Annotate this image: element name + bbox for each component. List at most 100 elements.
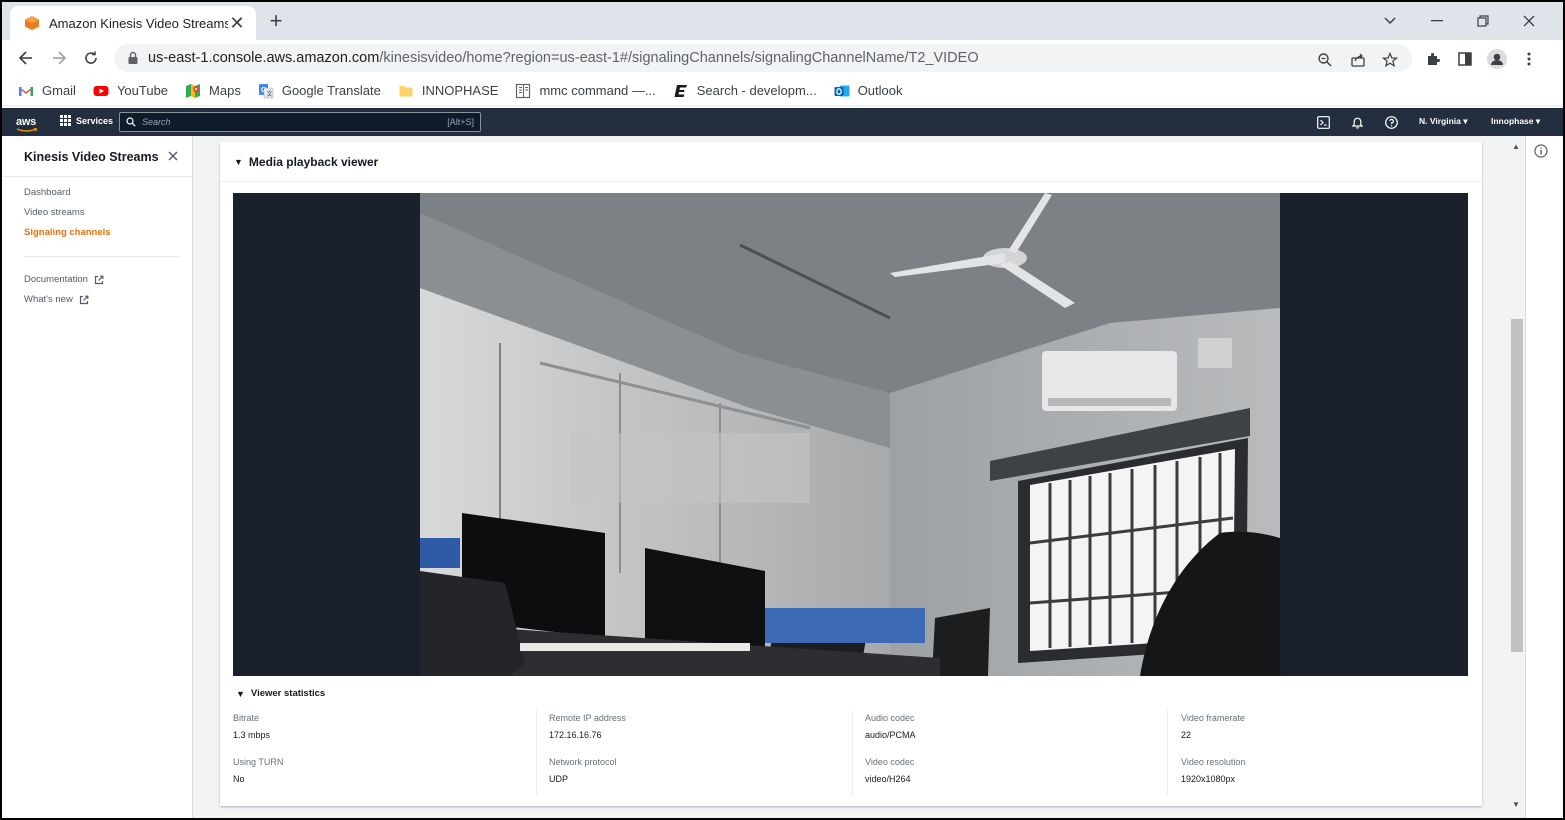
sidebar-link-documentation[interactable]: Documentation	[24, 274, 104, 285]
stat-value-network-protocol: UDP	[549, 774, 569, 784]
sidebar-item-signaling-channels[interactable]: Signaling channels	[24, 227, 111, 238]
video-frame	[420, 193, 1280, 676]
sidebar-item-video-streams[interactable]: Video streams	[24, 207, 85, 218]
bookmark-search-development[interactable]: Search - developm...	[673, 83, 817, 99]
tab-close-icon[interactable]: ✕	[228, 14, 246, 32]
bookmark-label: mmc command —...	[539, 83, 656, 98]
service-sidebar: Kinesis Video Streams Dashboard Video st…	[2, 136, 193, 818]
bookmark-label: Search - developm...	[696, 83, 817, 98]
lock-icon	[128, 51, 138, 64]
console-content: Kinesis Video Streams Dashboard Video st…	[2, 136, 1563, 818]
services-menu[interactable]: Services	[60, 115, 113, 126]
stat-label-audio-codec: Audio codec	[865, 713, 915, 723]
youtube-icon	[93, 85, 109, 96]
reload-icon[interactable]	[79, 46, 103, 70]
bookmark-label: Outlook	[857, 83, 903, 98]
outlook-icon	[834, 85, 850, 96]
viewer-statistics-title: Viewer statistics	[250, 688, 326, 699]
aws-top-nav: aws Services [Alt+S] N. Virginia ▾ Innop…	[2, 108, 1563, 136]
account-menu[interactable]: Innophase ▾	[1491, 116, 1540, 127]
bookmark-outlook[interactable]: Outlook	[834, 83, 903, 99]
viewer-statistics-header[interactable]: ▼ Viewer statistics	[236, 688, 325, 699]
sidebar-item-dashboard[interactable]: Dashboard	[24, 187, 70, 198]
profile-avatar-icon[interactable]	[1487, 49, 1507, 69]
close-icon[interactable]	[166, 149, 180, 163]
stat-label-remote-ip: Remote IP address	[549, 713, 626, 723]
stat-value-video-resolution: 1920x1080px	[1181, 774, 1236, 784]
extensions-icon[interactable]	[1423, 49, 1443, 69]
bookmark-gmail[interactable]: Gmail	[18, 83, 76, 99]
url-path: /kinesisvideo/home?region=us-east-1#/sig…	[379, 50, 979, 66]
back-icon[interactable]	[14, 46, 38, 70]
stat-label-video-resolution: Video resolution	[1181, 757, 1246, 767]
stat-label-bitrate: Bitrate	[233, 713, 260, 723]
stat-value-bitrate: 1.3 mbps	[233, 730, 271, 740]
maps-icon	[186, 83, 201, 98]
browser-tab[interactable]: Amazon Kinesis Video Streams ✕	[10, 6, 256, 40]
caret-down-icon: ▾	[1463, 116, 1468, 126]
restore-icon[interactable]	[1471, 10, 1495, 32]
stats-divider	[536, 710, 537, 796]
bookmarks-bar: Gmail YouTube Maps G文 Google Translate I…	[2, 76, 1563, 106]
address-bar[interactable]: us-east-1.console.aws.amazon.com/kinesis…	[114, 44, 1412, 72]
scroll-up-arrow-icon[interactable]: ▲	[1512, 142, 1520, 151]
cloudshell-icon[interactable]	[1316, 115, 1330, 129]
bookmark-label: Google Translate	[281, 83, 381, 98]
bookmark-maps[interactable]: Maps	[185, 83, 241, 99]
forward-icon[interactable]	[47, 46, 71, 70]
stat-label-video-codec: Video codec	[865, 757, 915, 767]
aws-logo-text: aws	[16, 116, 36, 128]
browser-menu-icon[interactable]	[1519, 49, 1539, 69]
folder-icon	[399, 85, 413, 96]
caret-down-icon: ▾	[1535, 116, 1541, 126]
panel-header[interactable]: ▼ Media playback viewer	[234, 155, 378, 169]
aws-smile-icon	[16, 128, 38, 132]
caret-down-icon: ▼	[234, 157, 243, 167]
doc-icon	[516, 83, 531, 98]
share-icon[interactable]	[1349, 51, 1367, 69]
region-selector[interactable]: N. Virginia ▾	[1419, 116, 1468, 127]
aws-search-box[interactable]: [Alt+S]	[119, 112, 481, 132]
stat-value-video-framerate: 22	[1181, 730, 1192, 740]
new-tab-icon[interactable]: +	[264, 10, 288, 32]
browser-toolbar: us-east-1.console.aws.amazon.com/kinesis…	[2, 40, 1563, 76]
help-panel-rail	[1525, 136, 1563, 818]
external-link-icon	[79, 295, 89, 304]
side-panel-icon[interactable]	[1455, 49, 1475, 69]
help-icon[interactable]	[1384, 115, 1398, 129]
kinesis-favicon-icon	[25, 16, 39, 30]
info-icon[interactable]	[1534, 144, 1548, 158]
close-window-icon[interactable]	[1517, 10, 1541, 32]
zoom-icon[interactable]	[1316, 51, 1334, 69]
stats-divider	[1167, 710, 1168, 796]
sidebar-title[interactable]: Kinesis Video Streams	[24, 150, 159, 164]
sidebar-divider	[2, 176, 192, 177]
bookmark-star-icon[interactable]	[1381, 51, 1399, 69]
stat-label-video-framerate: Video framerate	[1181, 713, 1245, 723]
stat-value-using-turn: No	[233, 774, 245, 784]
tab-search-chevron-icon[interactable]	[1378, 10, 1402, 32]
scrollbar-thumb[interactable]	[1511, 319, 1523, 652]
bookmark-innophase[interactable]: INNOPHASE	[398, 83, 499, 99]
caret-down-icon: ▼	[236, 688, 245, 699]
stat-label-network-protocol: Network protocol	[549, 757, 617, 767]
minimize-icon[interactable]	[1425, 10, 1449, 32]
sidebar-link-whats-new[interactable]: What's new	[24, 294, 89, 305]
sidebar-link-label: Documentation	[24, 274, 88, 285]
video-player[interactable]	[233, 193, 1468, 676]
bookmark-label: Maps	[209, 83, 241, 98]
scroll-down-arrow-icon[interactable]: ▼	[1512, 800, 1520, 809]
search-input[interactable]	[142, 117, 448, 127]
url-host: us-east-1.console.aws.amazon.com	[148, 50, 380, 66]
stat-value-remote-ip: 172.16.16.76	[549, 730, 602, 740]
bookmark-youtube[interactable]: YouTube	[93, 83, 168, 99]
e-logo-icon	[674, 84, 687, 97]
bookmark-label: INNOPHASE	[421, 83, 499, 98]
bookmark-google-translate[interactable]: G文 Google Translate	[258, 83, 381, 99]
stat-value-audio-codec: audio/PCMA	[865, 730, 916, 740]
services-label: Services	[76, 115, 114, 126]
bookmark-mmc-command[interactable]: mmc command —...	[515, 83, 656, 99]
bookmark-label: YouTube	[116, 83, 169, 98]
aws-logo[interactable]: aws	[16, 112, 40, 132]
notifications-bell-icon[interactable]	[1350, 115, 1364, 129]
